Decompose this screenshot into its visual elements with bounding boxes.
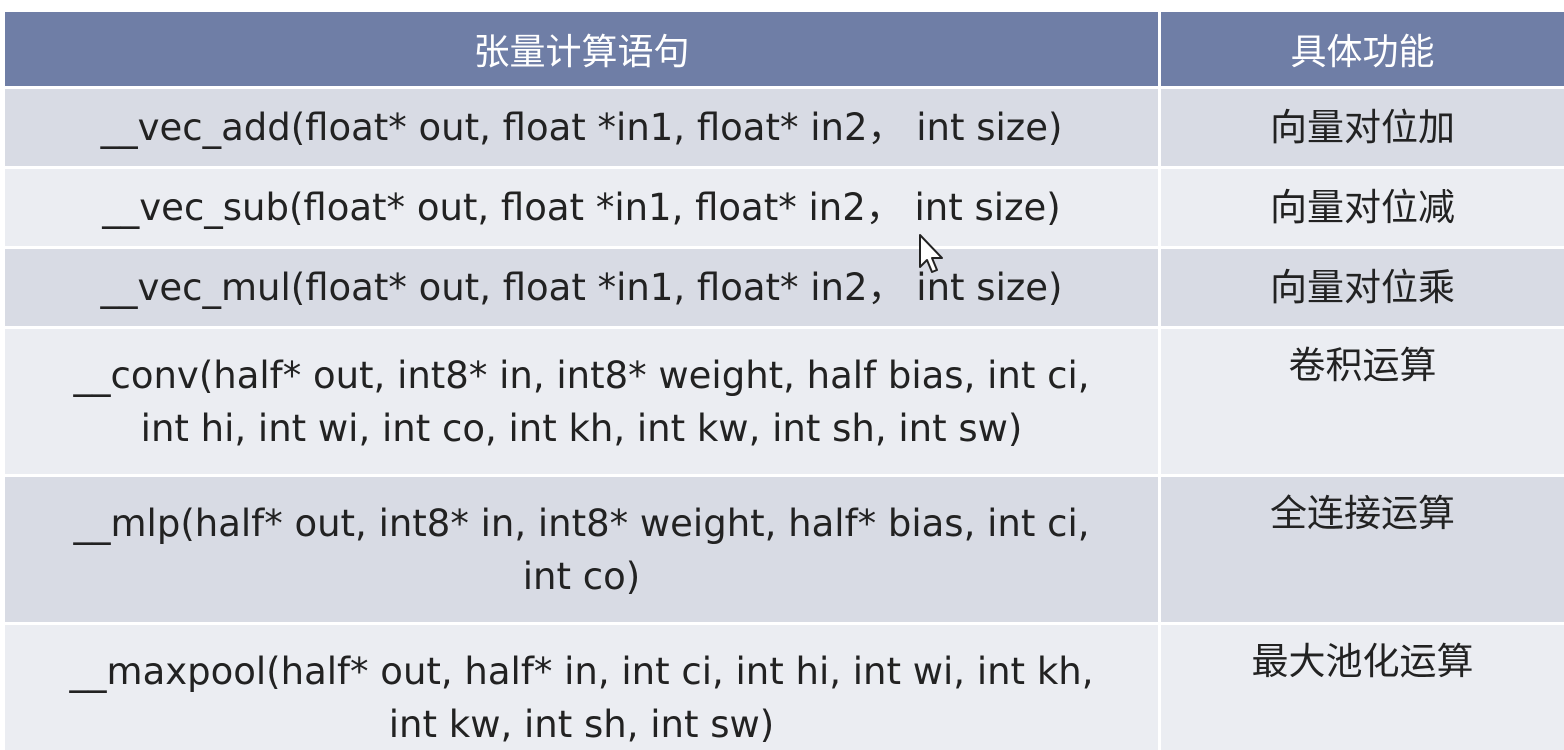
statement-cell: __conv(half* out, int8* in, int8* weight… [5, 329, 1158, 474]
statement-line: int co) [522, 554, 641, 598]
statement-line: __conv(half* out, int8* in, int8* weight… [73, 353, 1090, 397]
header-function: 具体功能 [1161, 12, 1564, 86]
statement-cell: __vec_mul(float* out, float *in1, float*… [5, 249, 1158, 326]
table-row: __vec_sub(float* out, float *in1, float*… [5, 169, 1564, 246]
statement-line: int hi, int wi, int co, int kh, int kw, … [140, 406, 1023, 450]
function-cell: 最大池化运算 [1161, 625, 1564, 750]
statement-line: __mlp(half* out, int8* in, int8* weight,… [73, 501, 1090, 545]
table-row: __maxpool(half* out, half* in, int ci, i… [5, 625, 1564, 750]
slide: 张量计算语句 具体功能 __vec_add(float* out, float … [0, 0, 1564, 750]
tensor-ops-table: 张量计算语句 具体功能 __vec_add(float* out, float … [2, 9, 1564, 750]
statement-cell: __mlp(half* out, int8* in, int8* weight,… [5, 477, 1158, 622]
table-row: __mlp(half* out, int8* in, int8* weight,… [5, 477, 1564, 622]
statement-cell: __vec_sub(float* out, float *in1, float*… [5, 169, 1158, 246]
header-statement: 张量计算语句 [5, 12, 1158, 86]
function-cell: 向量对位减 [1161, 169, 1564, 246]
statement-cell: __vec_add(float* out, float *in1, float*… [5, 89, 1158, 166]
function-cell: 向量对位乘 [1161, 249, 1564, 326]
statement-cell: __maxpool(half* out, half* in, int ci, i… [5, 625, 1158, 750]
function-cell: 全连接运算 [1161, 477, 1564, 622]
table-row: __vec_mul(float* out, float *in1, float*… [5, 249, 1564, 326]
table-header-row: 张量计算语句 具体功能 [5, 12, 1564, 86]
table-row: __vec_add(float* out, float *in1, float*… [5, 89, 1564, 166]
statement-line: __maxpool(half* out, half* in, int ci, i… [69, 649, 1094, 693]
function-cell: 向量对位加 [1161, 89, 1564, 166]
function-cell: 卷积运算 [1161, 329, 1564, 474]
statement-line: int kw, int sh, int sw) [388, 702, 775, 746]
table-row: __conv(half* out, int8* in, int8* weight… [5, 329, 1564, 474]
mouse-cursor-icon [919, 234, 943, 273]
